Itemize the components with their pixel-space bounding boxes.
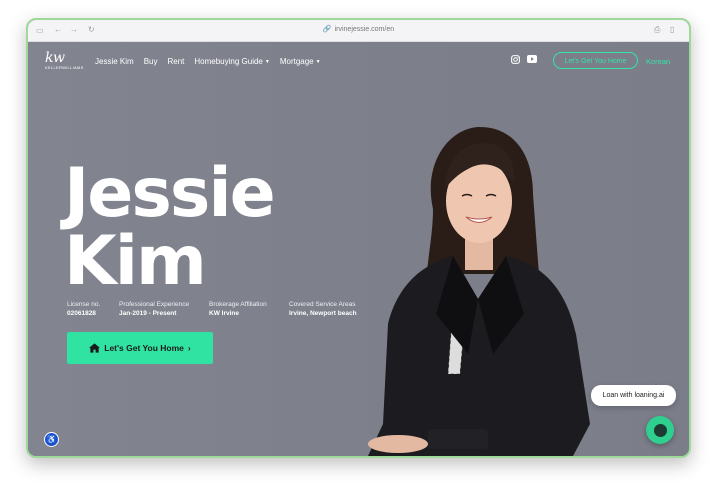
meta-label: License no.: [67, 301, 101, 308]
accessibility-icon[interactable]: ♿: [44, 432, 59, 447]
address-bar[interactable]: 🔗 irvinejessie.com/en: [28, 25, 689, 33]
youtube-icon[interactable]: [527, 55, 537, 65]
url-text: irvinejessie.com/en: [334, 26, 395, 33]
logo-mark: kw: [45, 50, 65, 66]
browser-toolbar: ▭ ← → ↻ 🔗 irvinejessie.com/en ⎙ ▯: [28, 20, 689, 42]
nav-label: Mortgage: [279, 57, 314, 66]
instagram-icon[interactable]: [511, 55, 520, 66]
meta-license: License no. 02061828: [67, 300, 100, 318]
link-icon: 🔗: [322, 26, 332, 33]
chat-icon: [653, 423, 667, 437]
page-content: kw KELLERWILLIAMS Jessie Kim Buy Rent Ho…: [28, 42, 689, 456]
hero-cta-label: Let's Get You Home: [104, 343, 184, 353]
home-icon: [89, 343, 101, 353]
share-icon[interactable]: ⎙: [654, 25, 660, 35]
main-nav: Jessie Kim Buy Rent Homebuying Guide ▼ Mo…: [95, 57, 321, 66]
kw-logo[interactable]: kw KELLERWILLIAMS: [45, 51, 84, 70]
meta-value: KW Irvine: [209, 310, 239, 317]
browser-window: ▭ ← → ↻ 🔗 irvinejessie.com/en ⎙ ▯ kw KELL…: [26, 18, 691, 458]
hero-name: Jessie Kim: [64, 154, 276, 301]
nav-item-homebuying-guide[interactable]: Homebuying Guide ▼: [194, 57, 269, 66]
meta-value: 02061828: [67, 310, 96, 317]
language-korean-link[interactable]: Korean: [646, 57, 670, 66]
meta-value: Jan-2019 - Present: [119, 310, 177, 317]
hero-first-name: Jessie: [64, 154, 276, 233]
hero-cta-button[interactable]: Let's Get You Home ›: [67, 332, 213, 364]
chat-prompt-bubble[interactable]: Loan with loaning.ai: [591, 385, 676, 406]
nav-item-rent[interactable]: Rent: [167, 57, 184, 66]
meta-brokerage: Brokerage Affiliation KW Irvine: [209, 300, 267, 318]
chevron-right-icon: ›: [187, 343, 191, 353]
chevron-down-icon: ▼: [315, 59, 321, 65]
meta-label: Brokerage Affiliation: [209, 301, 267, 308]
logo-subtext: KELLERWILLIAMS: [45, 65, 84, 70]
meta-experience: Professional Experience Jan-2019 - Prese…: [119, 300, 189, 318]
nav-item-jessie-kim[interactable]: Jessie Kim: [95, 57, 134, 66]
chat-launcher-button[interactable]: [646, 416, 674, 444]
chevron-down-icon: ▼: [264, 59, 270, 65]
header-cta-button[interactable]: Let's Get You Home: [553, 52, 638, 69]
hero-last-name: Kim: [64, 222, 207, 301]
nav-item-buy[interactable]: Buy: [144, 57, 158, 66]
nav-label: Homebuying Guide: [194, 57, 263, 66]
nav-item-mortgage[interactable]: Mortgage ▼: [280, 57, 321, 66]
tabs-icon[interactable]: ▯: [670, 25, 674, 34]
agent-portrait: [368, 126, 590, 456]
meta-label: Professional Experience: [119, 301, 190, 308]
